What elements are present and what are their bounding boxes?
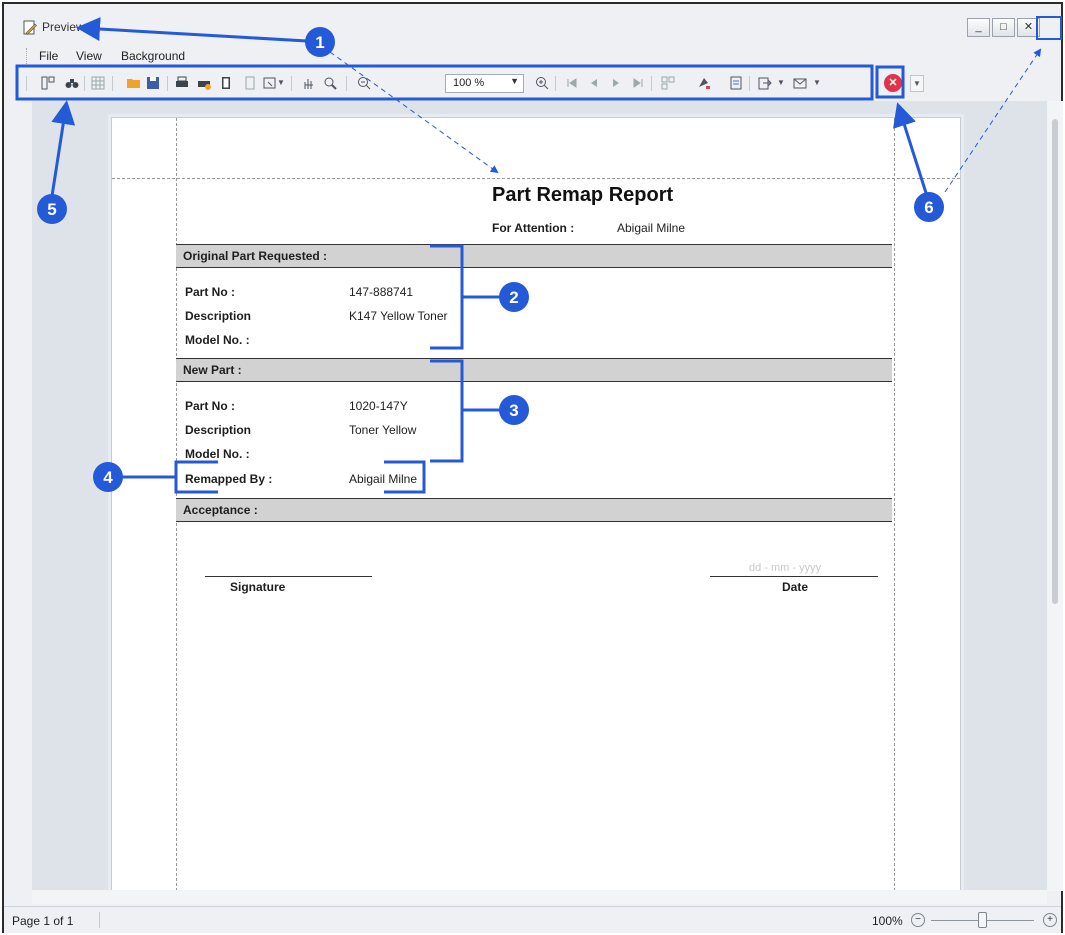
date-line xyxy=(710,576,878,577)
zoom-in-icon[interactable] xyxy=(534,75,550,91)
maximize-button[interactable]: □ xyxy=(992,18,1015,37)
remapped-by-label: Remapped By : xyxy=(185,472,273,486)
print-icon[interactable] xyxy=(174,75,190,91)
original-description-label: Description xyxy=(185,309,252,323)
scale-icon[interactable] xyxy=(262,75,278,91)
minimize-button[interactable]: _ xyxy=(967,18,990,37)
hand-tool-icon[interactable] xyxy=(300,75,316,91)
export-dropdown-icon[interactable]: ▼ xyxy=(776,75,786,91)
toolbar-separator xyxy=(167,76,168,91)
chevron-down-icon[interactable]: ▼ xyxy=(510,76,519,86)
preview-area[interactable]: Part Remap Report For Attention : Abigai… xyxy=(32,101,1047,891)
zoom-slider-thumb[interactable] xyxy=(978,912,987,928)
margin-guide-right xyxy=(894,118,895,891)
horizontal-scrollbar[interactable] xyxy=(32,890,1047,904)
toolbar-separator xyxy=(651,76,652,91)
status-separator xyxy=(99,912,100,928)
status-bar: Page 1 of 1 100% − + xyxy=(4,906,1061,933)
toolbar-options-icon[interactable]: ▼ xyxy=(910,75,924,92)
last-page-icon[interactable] xyxy=(630,75,646,91)
stop-icon[interactable]: ✕ xyxy=(884,74,902,92)
page-setup-icon[interactable] xyxy=(218,75,234,91)
section-title: New Part : xyxy=(183,363,242,377)
new-part-no-label: Part No : xyxy=(185,399,236,413)
color-icon[interactable] xyxy=(696,75,712,91)
vertical-scrollbar-thumb[interactable] xyxy=(1052,119,1058,604)
menu-bar: File View Background xyxy=(4,44,1061,68)
title-bar: Preview _ □ ✕ xyxy=(4,4,1061,44)
new-description-label: Description xyxy=(185,423,252,437)
multipage-icon[interactable] xyxy=(660,75,676,91)
section-acceptance: Acceptance : xyxy=(176,498,892,522)
toolbar-grip xyxy=(26,76,27,91)
magnifier-icon[interactable] xyxy=(322,75,338,91)
original-model-label: Model No. : xyxy=(185,333,250,347)
signature-line xyxy=(205,576,372,577)
page-indicator: Page 1 of 1 xyxy=(12,914,74,928)
toolbar-separator xyxy=(555,76,556,91)
attention-label: For Attention : xyxy=(492,221,575,235)
vertical-scrollbar[interactable] xyxy=(1047,101,1063,891)
zoom-combo[interactable]: 100 % ▼ xyxy=(445,74,524,93)
attention-value: Abigail Milne xyxy=(617,221,686,235)
menu-grip xyxy=(26,48,29,64)
close-window-button[interactable]: ✕ xyxy=(1017,18,1040,37)
preview-window: Preview _ □ ✕ File View Background ▼ 100… xyxy=(2,2,1063,933)
zoom-combo-value: 100 % xyxy=(453,77,485,89)
toolbar-separator xyxy=(749,76,750,91)
remapped-by-value: Abigail Milne xyxy=(349,472,418,486)
export-icon[interactable] xyxy=(756,75,772,91)
menu-file[interactable]: File xyxy=(39,49,58,63)
report-title: Part Remap Report xyxy=(492,184,674,206)
toolbar-separator xyxy=(346,76,347,91)
new-part-no-value: 1020-147Y xyxy=(349,399,408,413)
open-icon[interactable] xyxy=(126,75,142,91)
signature-label: Signature xyxy=(230,580,286,594)
preview-doc-icon xyxy=(23,20,37,35)
margin-guide-top xyxy=(112,178,960,179)
new-model-label: Model No. : xyxy=(185,447,250,461)
date-label: Date xyxy=(782,580,809,594)
zoom-plus-button[interactable]: + xyxy=(1043,913,1057,927)
report-page: Part Remap Report For Attention : Abigai… xyxy=(111,117,961,891)
thumbnails-icon[interactable] xyxy=(90,75,106,91)
window-title: Preview xyxy=(42,20,85,34)
panel-icon[interactable] xyxy=(40,75,56,91)
menu-background[interactable]: Background xyxy=(121,49,185,63)
toolbar-separator xyxy=(112,76,113,91)
section-new-part: New Part : xyxy=(176,358,892,382)
original-description-value: K147 Yellow Toner xyxy=(349,309,448,323)
menu-view[interactable]: View xyxy=(76,49,102,63)
prev-page-icon[interactable] xyxy=(586,75,602,91)
original-part-no-label: Part No : xyxy=(185,285,236,299)
zoom-out-icon[interactable] xyxy=(356,75,372,91)
zoom-minus-button[interactable]: − xyxy=(911,913,925,927)
toolbar-separator xyxy=(291,76,292,91)
toolbar-separator xyxy=(84,76,85,91)
new-description-value: Toner Yellow xyxy=(349,423,417,437)
toolbar: ▼ 100 % ▼ ▼ ▼ ✕ ▼ xyxy=(4,67,1061,101)
next-page-icon[interactable] xyxy=(608,75,624,91)
first-page-icon[interactable] xyxy=(564,75,580,91)
section-title: Original Part Requested : xyxy=(183,249,328,263)
save-icon[interactable] xyxy=(145,75,161,91)
send-icon[interactable] xyxy=(792,75,808,91)
send-dropdown-icon[interactable]: ▼ xyxy=(812,75,822,91)
date-placeholder: dd - mm - yyyy xyxy=(749,562,822,574)
quick-print-icon[interactable] xyxy=(196,75,212,91)
original-part-no-value: 147-888741 xyxy=(349,285,414,299)
section-original-part: Original Part Requested : xyxy=(176,244,892,268)
section-title: Acceptance : xyxy=(183,503,258,517)
watermark-icon[interactable] xyxy=(728,75,744,91)
zoom-percentage: 100% xyxy=(872,914,903,928)
scale-dropdown-icon[interactable]: ▼ xyxy=(277,75,285,91)
header-footer-icon[interactable] xyxy=(242,75,258,91)
binoculars-icon[interactable] xyxy=(64,75,80,91)
